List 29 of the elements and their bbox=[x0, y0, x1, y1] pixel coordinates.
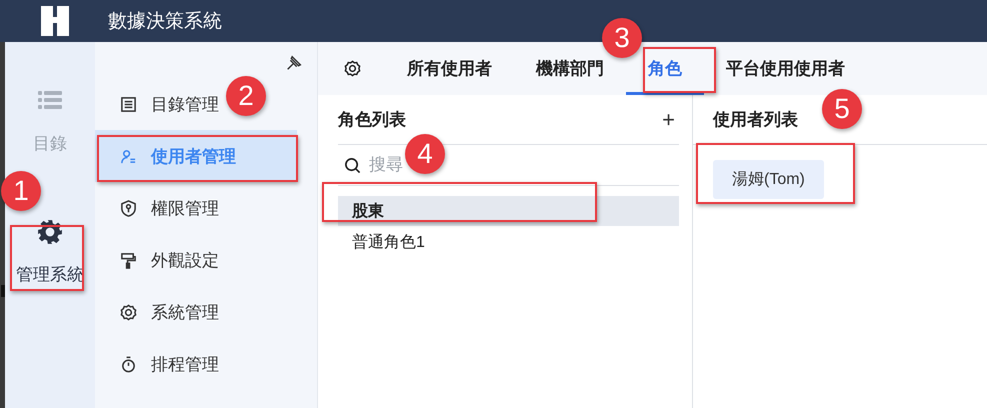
paint-roller-icon bbox=[120, 252, 137, 268]
list-icon bbox=[37, 90, 63, 110]
step-number: 5 bbox=[822, 89, 862, 129]
list-icon bbox=[120, 96, 137, 112]
role-item[interactable]: 股東 bbox=[338, 196, 679, 226]
search-field[interactable]: 搜尋 bbox=[369, 155, 405, 175]
user-icon bbox=[120, 148, 137, 164]
tab[interactable]: 所有使用者 bbox=[385, 42, 514, 95]
menu-item[interactable]: 權限管理 bbox=[95, 182, 219, 234]
user-chip[interactable]: 湯姆(Tom) bbox=[713, 160, 824, 199]
search-icon bbox=[344, 156, 361, 174]
shield-icon bbox=[120, 200, 137, 216]
menu-item[interactable]: 外觀設定 bbox=[95, 234, 219, 286]
panel-title: 角色列表 bbox=[338, 109, 406, 131]
settings-icon[interactable] bbox=[344, 60, 361, 77]
settings-icon bbox=[37, 219, 63, 245]
stopwatch-icon bbox=[120, 356, 137, 372]
role-item[interactable]: 普通角色1 bbox=[338, 226, 679, 258]
rail-item[interactable]: 管理系統 bbox=[16, 219, 84, 286]
pin-icon[interactable] bbox=[285, 54, 303, 72]
settings-icon bbox=[120, 304, 137, 320]
step-number: 4 bbox=[405, 134, 445, 174]
menu-item[interactable]: 目錄管理 bbox=[95, 78, 219, 130]
menu-item[interactable]: 排程管理 bbox=[95, 338, 219, 390]
app-title: 數據決策系統 bbox=[108, 10, 222, 34]
add-button[interactable]: + bbox=[658, 106, 679, 132]
logo-icon bbox=[38, 4, 72, 38]
panel-title: 使用者列表 bbox=[713, 109, 798, 131]
menu-item[interactable]: 系統管理 bbox=[95, 286, 219, 338]
